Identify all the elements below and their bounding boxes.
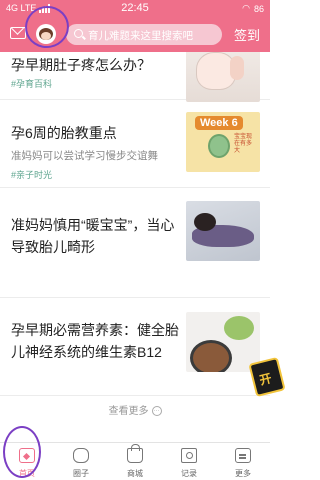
search-icon bbox=[74, 29, 83, 38]
article-card[interactable]: 孕早期肚子疼怎么办？ #孕育百科 bbox=[0, 52, 270, 102]
article-thumbnail bbox=[186, 312, 260, 372]
tab-home[interactable]: 首页 bbox=[0, 443, 54, 480]
article-tag[interactable]: #孕育百科 bbox=[11, 77, 52, 90]
clock: 22:45 bbox=[121, 2, 149, 14]
search-placeholder: 育儿难题来这里搜索吧 bbox=[88, 30, 193, 42]
article-thumbnail bbox=[186, 52, 260, 102]
article-thumbnail: Week 6 宝宝现在有多大 bbox=[186, 112, 260, 172]
article-title: 准妈妈慎用“暖宝宝”，当心导致胎儿畸形 bbox=[11, 217, 175, 255]
article-title: 孕早期必需营养素：健全胎儿神经系统的维生素B12 bbox=[11, 322, 179, 360]
embryo-illustration bbox=[208, 134, 230, 158]
article-card[interactable]: 准妈妈慎用“暖宝宝”，当心导致胎儿畸形 bbox=[0, 188, 270, 298]
status-right: ◠ 86 bbox=[242, 3, 264, 14]
article-subtitle: 准妈妈可以尝试学习慢步交谊舞 bbox=[11, 150, 158, 162]
search-bar[interactable]: 育儿难题来这里搜索吧 bbox=[66, 24, 222, 45]
status-bar: 4G LTE 22:45 ◠ 86 bbox=[0, 0, 270, 17]
tab-label: 商城 bbox=[127, 469, 143, 478]
bottom-tab-bar: 首页 圈子 商城 记录 更多 bbox=[0, 442, 270, 480]
battery-level: 86 bbox=[253, 3, 264, 14]
article-title: 孕早期肚子疼怎么办？ bbox=[11, 57, 151, 73]
see-more-label: 查看更多 bbox=[108, 406, 149, 417]
shop-icon bbox=[127, 444, 143, 463]
tab-shop[interactable]: 商城 bbox=[108, 443, 162, 480]
tab-label: 记录 bbox=[181, 469, 197, 478]
tab-community[interactable]: 圈子 bbox=[54, 443, 108, 480]
tab-label: 圈子 bbox=[73, 469, 89, 478]
mail-icon[interactable] bbox=[10, 27, 26, 39]
article-card[interactable]: 孕早期必需营养素：健全胎儿神经系统的维生素B12 bbox=[0, 298, 270, 396]
thumbnail-caption: 宝宝现在有多大 bbox=[234, 134, 253, 154]
tab-more[interactable]: 更多 bbox=[216, 443, 270, 480]
article-thumbnail bbox=[186, 201, 260, 261]
record-icon bbox=[181, 448, 197, 463]
article-card[interactable]: 孕6周的胎教重点 准妈妈可以尝试学习慢步交谊舞 #亲子时光 Week 6 宝宝现… bbox=[0, 100, 270, 188]
tab-label: 首页 bbox=[19, 469, 35, 478]
thumbnail-badge: Week 6 bbox=[195, 116, 243, 130]
more-icon bbox=[235, 448, 251, 463]
top-header: 育儿难题来这里搜索吧 签到 bbox=[0, 17, 270, 52]
wifi-icon: ◠ bbox=[242, 3, 250, 13]
article-tag[interactable]: #亲子时光 bbox=[11, 168, 52, 181]
sign-in-button[interactable]: 签到 bbox=[234, 25, 260, 44]
tab-label: 更多 bbox=[235, 469, 251, 478]
home-icon bbox=[19, 448, 35, 463]
avatar[interactable] bbox=[36, 24, 56, 44]
tab-record[interactable]: 记录 bbox=[162, 443, 216, 480]
article-feed: 孕早期肚子疼怎么办？ #孕育百科 孕6周的胎教重点 准妈妈可以尝试学习慢步交谊舞… bbox=[0, 52, 270, 442]
community-icon bbox=[73, 448, 89, 463]
see-more-link[interactable]: 查看更多 ··· bbox=[0, 402, 270, 417]
article-title: 孕6周的胎教重点 bbox=[11, 125, 117, 141]
more-dots-icon: ··· bbox=[151, 406, 162, 417]
